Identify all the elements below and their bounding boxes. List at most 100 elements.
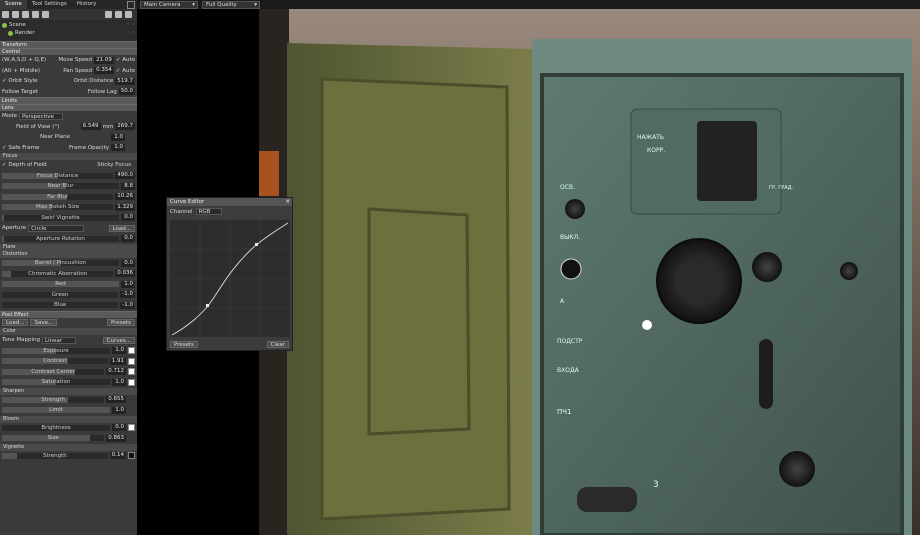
- camera-select[interactable]: Main Camera: [140, 0, 198, 9]
- blue-slider[interactable]: Blue: [2, 302, 119, 309]
- sharpen-limit-field[interactable]: 1.0: [112, 406, 126, 414]
- move-auto-checkbox[interactable]: ✓ Auto: [116, 57, 135, 63]
- exposure-color-swatch[interactable]: [128, 347, 135, 355]
- tone-mapping-select[interactable]: Linear: [42, 336, 77, 344]
- aperture-select[interactable]: Circle: [28, 224, 85, 232]
- tree-item-scene[interactable]: Scene ◦ ◦: [2, 21, 135, 29]
- undock-icon[interactable]: [127, 0, 135, 9]
- section-control[interactable]: Control: [0, 48, 137, 55]
- channel-select[interactable]: RGB: [195, 208, 222, 215]
- pan-auto-checkbox[interactable]: ✓ Auto: [116, 68, 135, 74]
- swirl-slider[interactable]: Swirl Vignette: [2, 214, 119, 221]
- curve-presets-button[interactable]: Presets: [170, 341, 199, 348]
- lock-icon[interactable]: ◦ ◦: [127, 21, 135, 29]
- brightness-field[interactable]: 0.0: [112, 424, 126, 432]
- tab-tool-settings[interactable]: Tool Settings: [27, 0, 72, 9]
- red-field[interactable]: 1.0: [121, 280, 135, 288]
- bokeh-field[interactable]: 1.329: [115, 203, 135, 211]
- dof-checkbox[interactable]: ✓ Depth of Field: [2, 162, 47, 168]
- far-blur-field[interactable]: 10.26: [115, 193, 135, 201]
- section-post-effect[interactable]: Post Effect: [0, 310, 137, 318]
- section-lens[interactable]: Lens: [0, 104, 137, 111]
- section-limits[interactable]: Limits: [0, 97, 137, 104]
- frame-opacity-field[interactable]: 1.0: [111, 144, 125, 152]
- rotation-field[interactable]: 0.0: [121, 235, 135, 243]
- sharpen-strength-field[interactable]: 0.655: [106, 396, 126, 404]
- curve-clear-button[interactable]: Clear: [266, 341, 289, 348]
- barrel-field[interactable]: 0.0: [121, 259, 135, 267]
- duplicate-icon[interactable]: [42, 11, 49, 18]
- copy-icon[interactable]: [115, 11, 122, 18]
- barrel-slider[interactable]: Barrel / Pincushion: [2, 260, 119, 267]
- saturation-slider[interactable]: Saturation: [2, 379, 110, 386]
- curve-point[interactable]: [206, 304, 209, 307]
- tab-history[interactable]: History: [72, 0, 102, 9]
- curves-button[interactable]: Curves...: [102, 336, 135, 344]
- light-icon[interactable]: [22, 11, 29, 18]
- contrast-center-slider[interactable]: Contrast Center: [2, 368, 105, 375]
- focus-distance-field[interactable]: 490.0: [115, 172, 135, 180]
- ca-slider[interactable]: Chromatic Aberration: [2, 270, 114, 277]
- contrast-center-field[interactable]: 0.712: [106, 368, 126, 376]
- tree-item-render[interactable]: Render ◦ ◦: [2, 29, 135, 37]
- curve-graph[interactable]: [170, 220, 290, 337]
- mode-select[interactable]: Perspective: [19, 112, 63, 120]
- green-field[interactable]: -1.0: [120, 291, 135, 299]
- section-bloom[interactable]: Bloom: [0, 415, 137, 423]
- post-presets-button[interactable]: Presets: [106, 319, 135, 327]
- vignette-color-swatch[interactable]: [128, 452, 135, 460]
- curve-point[interactable]: [255, 243, 258, 246]
- vignette-strength-field[interactable]: 0.14: [109, 452, 126, 460]
- visibility-icon[interactable]: ◦ ◦: [127, 29, 135, 37]
- folder-icon[interactable]: [105, 11, 112, 18]
- saturation-field[interactable]: 1.0: [112, 378, 126, 386]
- section-sharpen[interactable]: Sharpen: [0, 387, 137, 395]
- green-slider[interactable]: Green: [2, 291, 119, 298]
- camera-icon[interactable]: [12, 11, 19, 18]
- move-speed-field[interactable]: 21.09: [94, 56, 114, 64]
- contrast-center-color-swatch[interactable]: [128, 368, 135, 376]
- bloom-color-swatch[interactable]: [128, 424, 135, 432]
- bloom-size-field[interactable]: 0.863: [106, 434, 126, 442]
- sharpen-strength-slider[interactable]: Strength: [2, 396, 105, 403]
- orbit-distance-field[interactable]: 519.7: [115, 77, 135, 85]
- fov-field[interactable]: 6.549: [80, 123, 101, 131]
- curve-editor-titlebar[interactable]: Curve Editor ✕: [167, 198, 292, 206]
- saturation-color-swatch[interactable]: [128, 378, 135, 386]
- section-focus[interactable]: Focus: [0, 153, 137, 160]
- pan-speed-field[interactable]: 0.354: [94, 67, 114, 75]
- group-icon[interactable]: [32, 11, 39, 18]
- blue-field[interactable]: -1.0: [120, 301, 135, 309]
- post-save-button[interactable]: Save...: [30, 319, 58, 327]
- aperture-load-button[interactable]: Load...: [108, 224, 135, 232]
- ca-field[interactable]: 0.036: [115, 270, 135, 278]
- section-flare[interactable]: Flare: [0, 244, 137, 251]
- brightness-slider[interactable]: Brightness: [2, 424, 110, 431]
- near-plane-field[interactable]: 1.0: [111, 133, 125, 141]
- post-load-button[interactable]: Load...: [2, 319, 29, 327]
- section-transform[interactable]: Transform: [0, 41, 137, 48]
- swirl-field[interactable]: 0.0: [121, 214, 135, 222]
- near-blur-slider[interactable]: Near Blur: [2, 183, 119, 190]
- contrast-field[interactable]: 1.91: [109, 357, 126, 365]
- exposure-slider[interactable]: Exposure: [2, 347, 110, 354]
- orbit-style-checkbox[interactable]: ✓ Orbit Style: [2, 78, 38, 84]
- sharpen-limit-slider[interactable]: Limit: [2, 407, 110, 414]
- trash-icon[interactable]: [125, 11, 132, 18]
- exposure-field[interactable]: 1.0: [112, 347, 126, 355]
- contrast-color-swatch[interactable]: [128, 357, 135, 365]
- section-vignette[interactable]: Vignette: [0, 443, 137, 451]
- section-color[interactable]: Color: [0, 328, 137, 335]
- follow-lag-field[interactable]: 50.0: [118, 88, 135, 96]
- add-object-icon[interactable]: [2, 11, 9, 18]
- tab-scene[interactable]: Scene: [0, 0, 27, 9]
- follow-target-checkbox[interactable]: Follow Target: [2, 89, 38, 95]
- sticky-focus-checkbox[interactable]: Sticky Focus: [97, 162, 131, 168]
- bokeh-slider[interactable]: Max Bokeh Size: [2, 204, 114, 211]
- safe-frame-checkbox[interactable]: ✓ Safe Frame: [2, 145, 39, 151]
- vignette-strength-slider[interactable]: Strength: [2, 452, 108, 459]
- red-slider[interactable]: Red: [2, 281, 119, 288]
- near-blur-field[interactable]: 8.8: [121, 182, 135, 190]
- close-icon[interactable]: ✕: [285, 198, 290, 206]
- section-distortion[interactable]: Distortion: [0, 251, 137, 258]
